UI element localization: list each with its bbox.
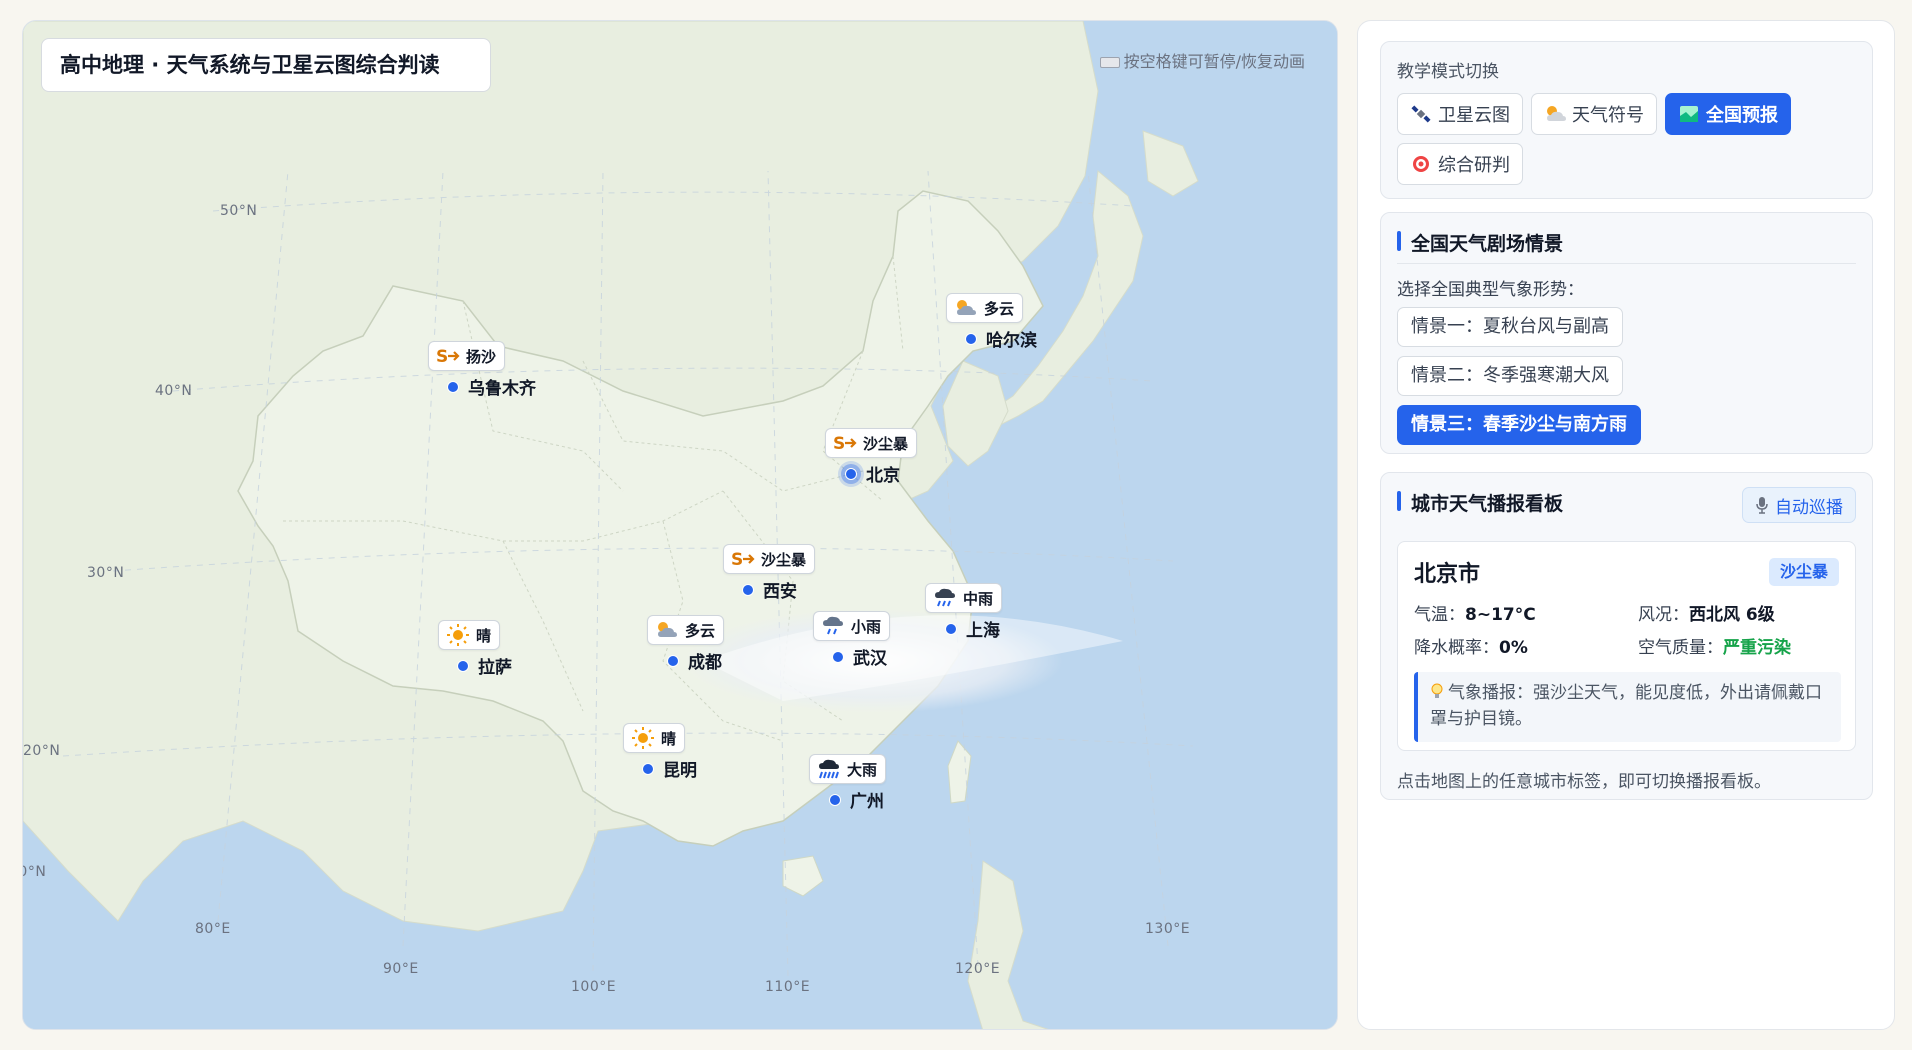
lon-label-80: 80°E [195, 921, 231, 937]
lat-label-40: 40°N [155, 383, 193, 399]
mode-switch-card: 教学模式切换 卫星云图 天气符号 全国预报 综合研判 [1380, 41, 1873, 199]
air-quality-row: 空气质量：严重污染 [1638, 638, 1791, 658]
scene-option-1[interactable]: 情景一：夏秋台风与副高 [1397, 307, 1623, 347]
weather-badge-wuhan[interactable]: 小雨 [813, 611, 891, 641]
status-badge: 沙尘暴 [1768, 558, 1839, 586]
mode-title: 教学模式切换 [1397, 62, 1499, 82]
city-chengdu[interactable]: 成都 [667, 648, 722, 673]
mode-button-analysis[interactable]: 综合研判 [1397, 143, 1523, 185]
city-marker [965, 332, 977, 345]
city-wuhan[interactable]: 武汉 [832, 644, 887, 669]
lon-label-100: 100°E [571, 979, 617, 995]
city-marker [945, 622, 957, 635]
city-title: 北京市 [1414, 562, 1481, 587]
keyboard-hint: 按空格键可暂停/恢复动画 [1099, 48, 1305, 72]
city-shanghai[interactable]: 上海 [945, 616, 1000, 641]
scene-option-3[interactable]: 情景三：春季沙尘与南方雨 [1397, 405, 1641, 445]
lon-label-110: 110°E [765, 979, 811, 995]
target-icon [1410, 154, 1432, 174]
scene-card: 全国天气剧场情景 选择全国典型气象形势： 情景一：夏秋台风与副高 情景二：冬季强… [1380, 212, 1873, 454]
city-marker-selected [845, 467, 857, 480]
mode-button-symbols[interactable]: 天气符号 [1531, 93, 1657, 135]
weather-badge-urumqi[interactable]: S 扬沙 [428, 341, 506, 371]
satellite-icon [1410, 104, 1432, 124]
weather-badge-lhasa[interactable]: 晴 [438, 620, 501, 650]
map-panel[interactable]: 高中地理 · 天气系统与卫星云图综合判读 按空格键可暂停/恢复动画 50°N 4… [22, 20, 1338, 1030]
mode-button-national[interactable]: 全国预报 [1665, 93, 1791, 135]
weather-symbol-icon [1544, 104, 1566, 124]
scene-title: 全国天气剧场情景 [1397, 229, 1563, 256]
weather-badge-shanghai[interactable]: 中雨 [925, 583, 1003, 613]
usage-tip: 点击地图上的任意城市标签，即可切换播报看板。 [1397, 772, 1771, 792]
lat-label-30: 30°N [87, 565, 125, 581]
weather-badge-harbin[interactable]: 多云 [946, 293, 1024, 323]
lat-label-50: 50°N [220, 203, 258, 219]
auto-tour-button[interactable]: 自动巡播 [1742, 487, 1856, 523]
broadcast-card: 城市天气播报看板 自动巡播 北京市 沙尘暴 气温：8~17°C 风况：西北风 6… [1380, 472, 1873, 800]
city-guangzhou[interactable]: 广州 [829, 787, 884, 812]
scene-option-2[interactable]: 情景二：冬季强寒潮大风 [1397, 356, 1623, 396]
divider [1397, 263, 1856, 264]
mode-button-satellite[interactable]: 卫星云图 [1397, 93, 1523, 135]
lon-label-130: 130°E [1145, 921, 1191, 937]
scene-prompt: 选择全国典型气象形势： [1397, 280, 1584, 300]
weather-badge-beijing[interactable]: S 沙尘暴 [825, 428, 918, 458]
city-marker [742, 583, 754, 596]
map-icon [1678, 104, 1700, 124]
svg-text:S: S [436, 347, 448, 366]
city-marker [447, 380, 459, 393]
city-xian[interactable]: 西安 [742, 577, 797, 602]
sand-icon: S [730, 547, 756, 571]
china-map [23, 21, 1337, 1029]
wind-row: 风况：西北风 6级 [1638, 605, 1775, 625]
lon-label-90: 90°E [383, 961, 419, 977]
weather-badge-xian[interactable]: S 沙尘暴 [723, 544, 816, 574]
partly-cloudy-icon [654, 618, 680, 642]
lat-label-20: 20°N [23, 743, 61, 759]
rain-icon [932, 586, 958, 610]
svg-text:S: S [731, 550, 743, 569]
broadcast-note: 气象播报：强沙尘天气，能见度低，外出请佩戴口罩与护目镜。 [1414, 672, 1841, 742]
heavy-rain-icon [816, 757, 842, 781]
city-marker [667, 654, 679, 667]
temperature-row: 气温：8~17°C [1414, 605, 1536, 625]
city-marker [642, 762, 654, 775]
city-kunming[interactable]: 昆明 [642, 756, 697, 781]
city-weather-card: 北京市 沙尘暴 气温：8~17°C 风况：西北风 6级 降水概率：0% 空气质量… [1397, 541, 1856, 751]
city-beijing[interactable]: 北京 [845, 461, 900, 486]
city-marker [832, 650, 844, 663]
weather-badge-guangzhou[interactable]: 大雨 [809, 754, 887, 784]
light-rain-icon [820, 614, 846, 638]
precipitation-row: 降水概率：0% [1414, 638, 1528, 658]
broadcast-title: 城市天气播报看板 [1397, 489, 1563, 516]
lat-label-10: 10°N [23, 864, 47, 880]
weather-badge-kunming[interactable]: 晴 [623, 723, 686, 753]
microphone-icon [1755, 496, 1769, 514]
city-marker [829, 793, 841, 806]
lightbulb-icon [1430, 683, 1444, 701]
keyboard-icon [1099, 57, 1120, 68]
sand-icon: S [435, 344, 461, 368]
sidebar: 教学模式切换 卫星云图 天气符号 全国预报 综合研判 全国天气剧场情景 选择全国… [1357, 20, 1895, 1030]
lon-label-120: 120°E [955, 961, 1001, 977]
svg-text:S: S [833, 434, 845, 453]
city-harbin[interactable]: 哈尔滨 [965, 326, 1037, 351]
sand-icon: S [832, 431, 858, 455]
map-title: 高中地理 · 天气系统与卫星云图综合判读 [41, 38, 491, 92]
weather-badge-chengdu[interactable]: 多云 [647, 615, 725, 645]
city-marker [457, 659, 469, 672]
city-urumqi[interactable]: 乌鲁木齐 [447, 374, 536, 399]
sun-icon [630, 726, 656, 750]
partly-cloudy-icon [953, 296, 979, 320]
sun-icon [445, 623, 471, 647]
city-lhasa[interactable]: 拉萨 [457, 653, 512, 678]
